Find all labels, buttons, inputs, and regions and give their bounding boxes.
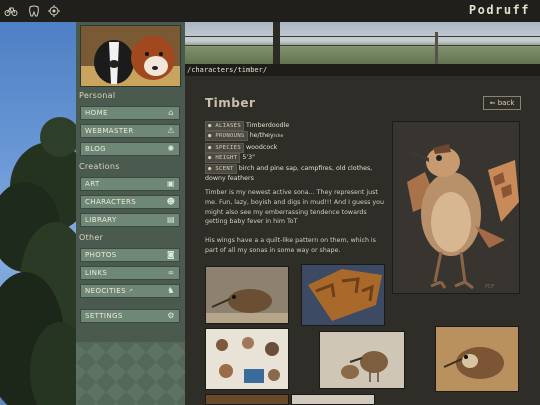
header-banner-image (185, 22, 540, 64)
sidebar-pattern (76, 342, 185, 405)
camera-icon: ◙ (166, 250, 176, 259)
nav-item-webmaster[interactable]: WEBMASTER ⚠ (80, 124, 180, 138)
warning-icon: ⚠ (167, 126, 175, 135)
people-icon: ☻ (166, 197, 176, 206)
gear-icon: ⚙ (167, 311, 175, 320)
nav-item-photos[interactable]: PHOTOS ◙ (80, 248, 180, 262)
aliases-tag: ● ALIASES (205, 121, 245, 131)
character-illustration[interactable]: PDF (392, 121, 520, 294)
background-tree-image (0, 22, 76, 405)
site-brand[interactable]: Podruff (469, 3, 530, 17)
photo-woodcock-closeup[interactable] (435, 326, 519, 392)
svg-text:PDF: PDF (485, 284, 495, 290)
pronouns-tag: ● PRONOUNS (205, 131, 248, 142)
image-icon: ▣ (167, 179, 175, 188)
nav-item-library[interactable]: LIBRARY ▤ (80, 213, 180, 227)
cat-icon: ♞ (167, 286, 175, 295)
back-button[interactable]: ⇐ back (483, 96, 521, 110)
main-content: Timber ⇐ back ● ALIASES Timberdoodle ● PR… (185, 76, 540, 405)
nav-item-neocities[interactable]: NEOCITIES ↗ ♞ (80, 284, 180, 298)
section-title-creations: Creations (79, 162, 120, 171)
photo-sketch-sheet[interactable] (205, 328, 289, 390)
book-icon: ▤ (167, 215, 175, 224)
sun-icon: ✺ (167, 144, 175, 153)
home-icon: ⌂ (168, 108, 174, 117)
nav-item-characters[interactable]: CHARACTERS ☻ (80, 195, 180, 209)
bio-paragraph-2: His wings have a a quilt-like pattern on… (205, 237, 376, 254)
nav-item-home[interactable]: HOME ⌂ (80, 106, 180, 120)
photo-woodcock-1[interactable] (205, 266, 289, 324)
avatar-badgers-image (80, 25, 181, 87)
character-facts: ● ALIASES Timberdoodle ● PRONOUNS he/they/… (205, 121, 373, 183)
tooth-icon[interactable] (27, 4, 41, 18)
top-bar: Podruff (0, 0, 540, 22)
link-icon: ∞ (167, 268, 175, 277)
target-icon[interactable] (47, 4, 61, 18)
breadcrumb-path: /characters/timber/ (187, 66, 268, 74)
nav-item-links[interactable]: LINKS ∞ (80, 266, 180, 280)
external-link-icon: ↗ (128, 288, 134, 294)
nav-item-art[interactable]: ART ▣ (80, 177, 180, 191)
photo-woodcock-chicks[interactable] (319, 331, 405, 389)
bike-icon[interactable] (4, 4, 18, 18)
photo-wing-pattern[interactable] (301, 264, 385, 326)
path-bar: /characters/timber/ (185, 64, 540, 76)
section-title-personal: Personal (79, 91, 116, 100)
height-tag: ● HEIGHT (205, 153, 241, 164)
section-title-other: Other (79, 233, 104, 242)
nav-item-settings[interactable]: SETTINGS ⚙ (80, 309, 180, 323)
bio-paragraph-1: Timber is my newest active sona... They … (205, 189, 384, 226)
photo-partial-2[interactable] (291, 394, 375, 405)
arrow-left-icon: ⇐ (489, 99, 496, 107)
sidebar: Personal HOME ⌂ WEBMASTER ⚠ BLOG ✺ Creat… (76, 22, 185, 405)
photo-partial-1[interactable] (205, 394, 289, 405)
nav-item-blog[interactable]: BLOG ✺ (80, 142, 180, 156)
species-tag: ● SPECIES (205, 142, 245, 153)
page-title: Timber (205, 96, 256, 110)
scent-tag: ● SCENT (205, 163, 237, 174)
